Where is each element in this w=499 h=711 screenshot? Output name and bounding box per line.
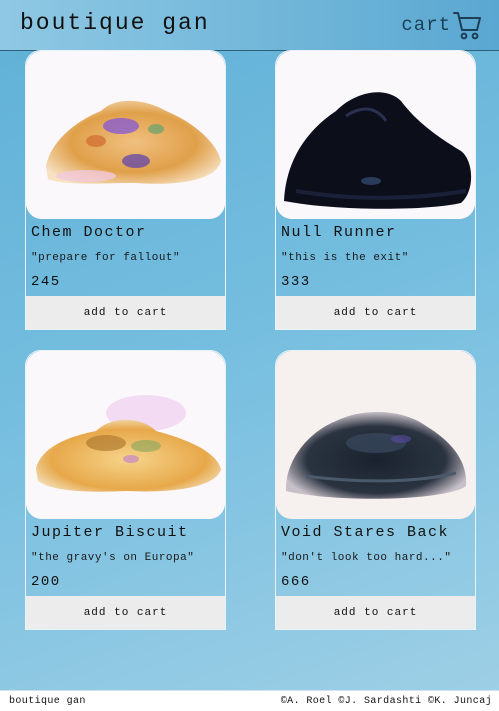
- product-card: Null Runner "this is the exit" 333 add t…: [275, 50, 476, 330]
- site-header: boutique gan cart: [0, 0, 499, 51]
- site-footer: boutique gan ©A. Roel ©J. Sardashti ©K. …: [0, 690, 499, 711]
- product-card: Jupiter Biscuit "the gravy's on Europa" …: [25, 350, 226, 630]
- product-price: 333: [281, 274, 311, 290]
- product-image[interactable]: [26, 51, 225, 219]
- product-price: 245: [31, 274, 61, 290]
- product-name[interactable]: Void Stares Back: [281, 524, 449, 541]
- add-to-cart-button[interactable]: add to cart: [26, 596, 225, 629]
- product-name[interactable]: Jupiter Biscuit: [31, 524, 189, 541]
- product-tagline: "prepare for fallout": [31, 252, 181, 264]
- product-tagline: "the gravy's on Europa": [31, 552, 195, 564]
- footer-credits: ©A. Roel ©J. Sardashti ©K. Juncaj: [280, 696, 492, 707]
- product-image[interactable]: [276, 351, 475, 519]
- add-to-cart-button[interactable]: add to cart: [276, 596, 475, 629]
- product-tagline: "don't look too hard...": [281, 552, 452, 564]
- product-card: Chem Doctor "prepare for fallout" 245 ad…: [25, 50, 226, 330]
- site-brand[interactable]: boutique gan: [20, 10, 210, 36]
- product-price: 200: [31, 574, 61, 590]
- add-to-cart-button[interactable]: add to cart: [26, 296, 225, 329]
- product-name[interactable]: Null Runner: [281, 224, 397, 241]
- product-image[interactable]: [26, 351, 225, 519]
- shopping-cart-icon: [453, 10, 481, 40]
- cart-label: cart: [401, 14, 451, 36]
- cart-link[interactable]: cart: [401, 9, 481, 41]
- product-tagline: "this is the exit": [281, 252, 409, 264]
- add-to-cart-button[interactable]: add to cart: [276, 296, 475, 329]
- footer-brand: boutique gan: [9, 696, 86, 707]
- product-name[interactable]: Chem Doctor: [31, 224, 147, 241]
- product-card: Void Stares Back "don't look too hard...…: [275, 350, 476, 630]
- product-price: 666: [281, 574, 311, 590]
- product-image[interactable]: [276, 51, 475, 219]
